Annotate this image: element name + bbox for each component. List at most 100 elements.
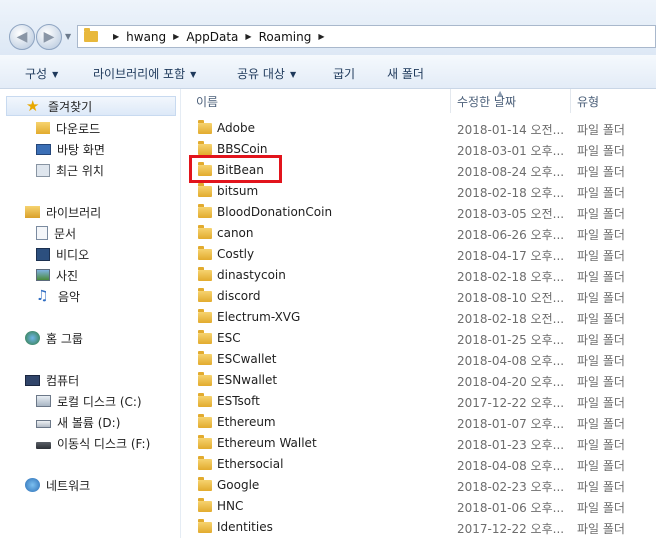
file-row[interactable]: Costly 2018-04-17 오후... 파일 폴더: [181, 244, 656, 265]
nav-drive-c[interactable]: 로컬 디스크 (C:): [36, 391, 142, 411]
hard-drive-icon: [36, 419, 51, 428]
new-folder-button[interactable]: 새 폴더: [387, 65, 424, 82]
nav-drive-f[interactable]: 이동식 디스크 (F:): [36, 433, 150, 453]
breadcrumb-appdata[interactable]: AppData: [186, 30, 238, 44]
nav-music[interactable]: ♫ 음악: [36, 286, 80, 306]
nav-videos[interactable]: 비디오: [36, 244, 89, 264]
file-row[interactable]: ESNwallet 2018-04-20 오후... 파일 폴더: [181, 370, 656, 391]
file-row[interactable]: ESC 2018-01-25 오후... 파일 폴더: [181, 328, 656, 349]
nav-favorites[interactable]: ★ 즐겨찾기: [6, 96, 176, 116]
desktop-icon: [36, 143, 51, 155]
file-row[interactable]: ESCwallet 2018-04-08 오후... 파일 폴더: [181, 349, 656, 370]
file-type: 파일 폴더: [577, 501, 625, 515]
file-modified-date: 2018-01-06 오후...: [457, 501, 565, 515]
nav-documents-label: 문서: [54, 226, 77, 241]
column-name-header[interactable]: 이름: [196, 93, 218, 110]
file-modified-date: 2018-03-01 오후...: [457, 144, 565, 158]
nav-downloads[interactable]: 다운로드: [36, 118, 100, 138]
column-type-header[interactable]: 유형: [577, 93, 599, 110]
hard-drive-icon: [36, 395, 51, 407]
breadcrumb-chevron-icon[interactable]: ▶: [173, 32, 179, 41]
navigation-pane: ★ 즐겨찾기 다운로드 바탕 화면 최근 위치 라이브러리 문서 비디오 사진 …: [0, 89, 180, 538]
file-type: 파일 폴더: [577, 480, 625, 494]
nav-homegroup-label: 홈 그룹: [46, 331, 83, 346]
nav-drive-d[interactable]: 새 볼륨 (D:): [36, 412, 120, 432]
address-box[interactable]: ▶ hwang ▶ AppData ▶ Roaming ▶: [77, 25, 656, 48]
libraries-icon: [25, 206, 40, 218]
breadcrumb-chevron-icon[interactable]: ▶: [245, 32, 251, 41]
file-type: 파일 폴더: [577, 522, 625, 536]
file-row[interactable]: canon 2018-06-26 오후... 파일 폴더: [181, 223, 656, 244]
file-row[interactable]: Ethersocial 2018-04-08 오후... 파일 폴더: [181, 454, 656, 475]
nav-desktop[interactable]: 바탕 화면: [36, 139, 105, 159]
nav-homegroup[interactable]: 홈 그룹: [25, 328, 83, 348]
burn-button[interactable]: 굽기: [333, 65, 355, 82]
column-separator[interactable]: [570, 89, 571, 113]
file-name: ESC: [217, 331, 241, 345]
nav-computer[interactable]: 컴퓨터: [25, 370, 79, 390]
file-row[interactable]: Google 2018-02-23 오후... 파일 폴더: [181, 475, 656, 496]
file-modified-date: 2018-04-17 오후...: [457, 249, 565, 263]
file-row[interactable]: discord 2018-08-10 오전... 파일 폴더: [181, 286, 656, 307]
file-modified-date: 2018-03-05 오전...: [457, 207, 565, 221]
file-name: Adobe: [217, 121, 255, 135]
breadcrumb-roaming[interactable]: Roaming: [259, 30, 312, 44]
nav-documents[interactable]: 문서: [36, 223, 76, 243]
file-row[interactable]: Electrum-XVG 2018-02-18 오전... 파일 폴더: [181, 307, 656, 328]
file-row[interactable]: Identities 2017-12-22 오후... 파일 폴더: [181, 517, 656, 538]
file-row[interactable]: bitsum 2018-02-18 오후... 파일 폴더: [181, 181, 656, 202]
nav-libraries[interactable]: 라이브러리: [25, 202, 101, 222]
file-modified-date: 2018-02-23 오후...: [457, 480, 565, 494]
folder-icon: [198, 141, 212, 155]
file-row[interactable]: BloodDonationCoin 2018-03-05 오전... 파일 폴더: [181, 202, 656, 223]
file-name: Costly: [217, 247, 255, 261]
file-name: Electrum-XVG: [217, 310, 301, 324]
column-date-header[interactable]: 수정한 날짜: [457, 93, 516, 110]
recent-pages-dropdown-icon[interactable]: ▼: [65, 32, 71, 41]
share-with-menu[interactable]: 공유 대상 ▼: [237, 65, 296, 82]
breadcrumb-chevron-icon[interactable]: ▶: [318, 32, 324, 41]
back-button[interactable]: ◀: [9, 24, 35, 50]
nav-recent-places[interactable]: 최근 위치: [36, 160, 104, 180]
file-modified-date: 2018-01-25 오후...: [457, 333, 565, 347]
nav-pictures[interactable]: 사진: [36, 265, 78, 285]
file-name: Ethereum Wallet: [217, 436, 317, 450]
nav-network[interactable]: 네트워크: [25, 475, 90, 495]
file-row[interactable]: dinastycoin 2018-02-18 오후... 파일 폴더: [181, 265, 656, 286]
folder-icon: [198, 519, 212, 533]
file-row[interactable]: Ethereum Wallet 2018-01-23 오후... 파일 폴더: [181, 433, 656, 454]
nav-network-label: 네트워크: [46, 478, 91, 493]
forward-arrow-icon: ▶: [43, 29, 55, 45]
organize-menu[interactable]: 구성 ▼: [25, 65, 58, 82]
star-icon: ★: [26, 97, 40, 115]
file-type: 파일 폴더: [577, 438, 625, 452]
homegroup-icon: [25, 331, 40, 345]
file-type: 파일 폴더: [577, 207, 625, 221]
file-row[interactable]: ESTsoft 2017-12-22 오후... 파일 폴더: [181, 391, 656, 412]
nav-libraries-label: 라이브러리: [46, 205, 102, 220]
file-name: canon: [217, 226, 254, 240]
file-row[interactable]: Ethereum 2018-01-07 오후... 파일 폴더: [181, 412, 656, 433]
chevron-down-icon: ▼: [289, 70, 297, 79]
folder-icon: [198, 351, 212, 365]
folder-icon: [84, 28, 98, 42]
file-type: 파일 폴더: [577, 459, 625, 473]
include-in-library-menu[interactable]: 라이브러리에 포함 ▼: [93, 65, 196, 82]
file-row[interactable]: Adobe 2018-01-14 오전... 파일 폴더: [181, 118, 656, 139]
forward-button[interactable]: ▶: [36, 24, 62, 50]
chevron-down-icon: ▼: [52, 70, 59, 79]
breadcrumb-hwang[interactable]: hwang: [126, 30, 166, 44]
breadcrumb-chevron-icon[interactable]: ▶: [113, 32, 119, 41]
file-name: ESNwallet: [217, 373, 278, 387]
include-library-label: 라이브러리에 포함: [93, 67, 186, 81]
file-name: Ethersocial: [217, 457, 284, 471]
nav-downloads-label: 다운로드: [56, 121, 101, 136]
file-modified-date: 2018-04-20 오후...: [457, 375, 565, 389]
file-row[interactable]: HNC 2018-01-06 오후... 파일 폴더: [181, 496, 656, 517]
file-modified-date: 2018-08-24 오후...: [457, 165, 565, 179]
column-separator[interactable]: [450, 89, 451, 113]
file-type: 파일 폴더: [577, 270, 625, 284]
nav-drive-c-label: 로컬 디스크 (C:): [57, 394, 142, 409]
file-type: 파일 폴더: [577, 165, 625, 179]
command-toolbar: 구성 ▼ 라이브러리에 포함 ▼ 공유 대상 ▼ 굽기 새 폴더: [0, 55, 656, 89]
